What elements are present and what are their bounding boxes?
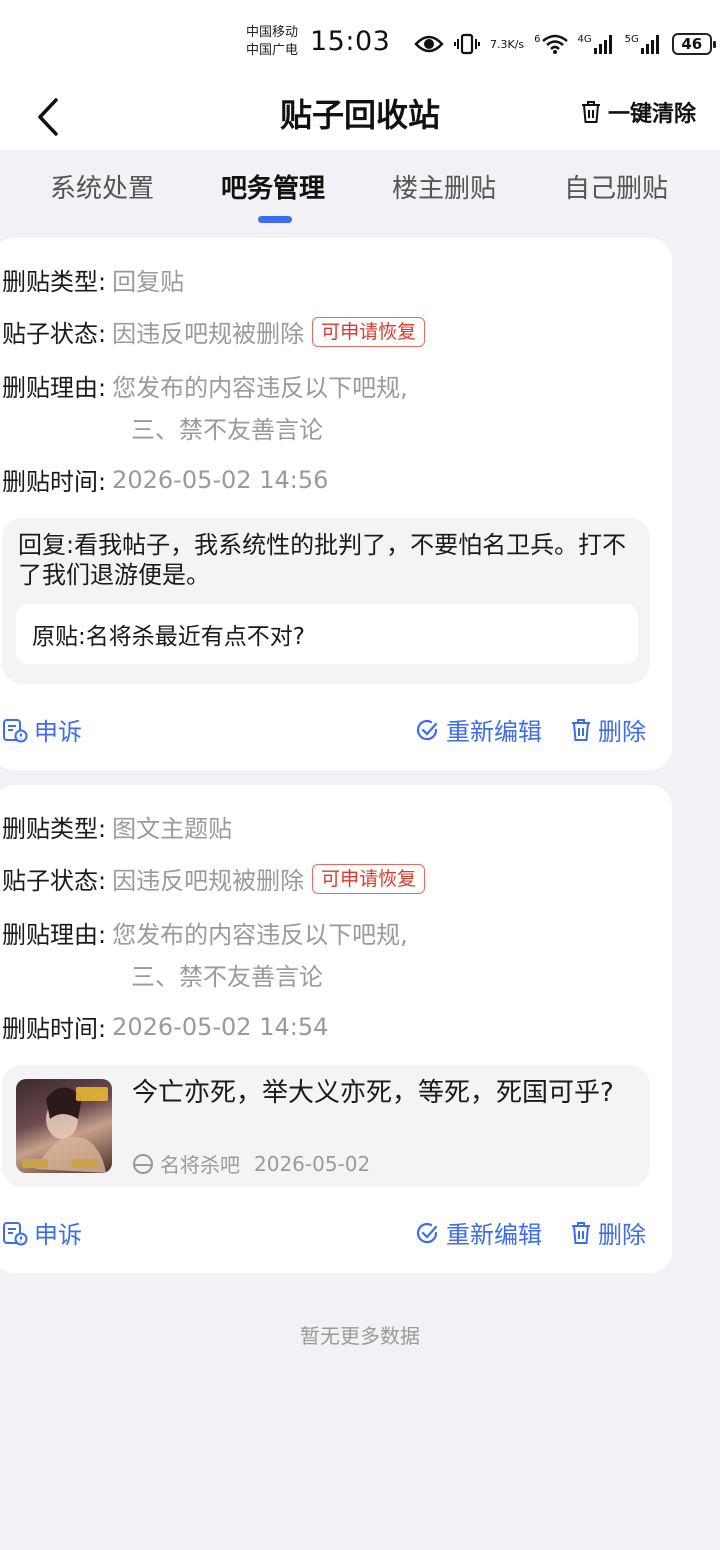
carrier-info: 中国移动 中国广电 [246, 25, 299, 58]
reedit-button[interactable]: 重新编辑 [414, 712, 542, 747]
appeal-button[interactable]: 申诉 [2, 712, 82, 747]
eye-icon [414, 34, 444, 54]
delete-type-value: 回复贴 [112, 268, 185, 296]
clear-all-button[interactable]: 一键清除 [580, 96, 696, 128]
delete-time-row: 删贴时间: 2026-05-02 14:54 [2, 1012, 329, 1044]
tab-admin[interactable]: 吧务管理 [221, 168, 325, 205]
thread-meta: 名将杀吧 2026-05-02 [132, 1149, 370, 1178]
forum-name[interactable]: 名将杀吧 [160, 1149, 240, 1178]
edit-icon [416, 1222, 438, 1243]
delete-reason-rule: 三、禁不友善言论 [131, 963, 323, 991]
delete-reason-value: 您发布的内容违反以下吧规, [112, 921, 408, 949]
signal-5g-icon: 5G [625, 34, 662, 54]
thread-title: 今亡亦死，举大义亦死，等死，死国可乎? [132, 1078, 614, 1108]
tab-owner[interactable]: 楼主删贴 [392, 168, 496, 205]
post-status-value: 因违反吧规被删除 [112, 320, 305, 348]
header-bar: 贴子回收站 一键清除 [0, 86, 720, 150]
post-status-row: 贴子状态: 因违反吧规被删除 可申请恢复 [2, 314, 426, 349]
trash-icon [572, 1221, 590, 1244]
reply-text: 回复:看我帖子，我系统性的批判了，不要怕名卫兵。打不了我们退游便是。 [18, 531, 627, 589]
deleted-post-card: 删贴类型: 图文主题贴 贴子状态: 因违反吧规被删除 可申请恢复 删贴理由: 您… [0, 785, 672, 1273]
net-speed: 7.3 K/s [490, 37, 525, 51]
delete-reason-value: 您发布的内容违反以下吧规, [112, 374, 408, 402]
status-clock: 15:03 [310, 26, 391, 57]
delete-reason-row: 删贴理由: 您发布的内容违反以下吧规, [2, 915, 408, 950]
appeal-icon [3, 718, 28, 742]
delete-time-row: 删贴时间: 2026-05-02 14:56 [2, 465, 329, 497]
delete-type-row: 删贴类型: 图文主题贴 [2, 809, 232, 844]
reply-content-box[interactable]: 回复:看我帖子，我系统性的批判了，不要怕名卫兵。打不了我们退游便是。 原贴:名将… [2, 518, 650, 684]
clear-all-label: 一键清除 [607, 102, 696, 127]
delete-type-value: 图文主题贴 [112, 815, 233, 843]
restore-badge: 可申请恢复 [312, 863, 426, 894]
no-more-data-text: 暂无更多数据 [300, 1324, 420, 1348]
delete-reason-rule: 三、禁不友善言论 [131, 416, 323, 444]
trash-icon [572, 718, 590, 741]
thread-thumbnail [16, 1079, 112, 1173]
forum-icon [133, 1153, 153, 1174]
original-post-link[interactable]: 原贴:名将杀最近有点不对? [16, 604, 638, 664]
wifi-icon: 6 [534, 34, 568, 54]
thread-date: 2026-05-02 [254, 1151, 371, 1176]
signal-4g-icon: 4G [578, 34, 615, 54]
delete-button[interactable]: 删除 [570, 1215, 646, 1250]
appeal-icon [3, 1221, 28, 1245]
tab-system[interactable]: 系统处置 [50, 168, 154, 205]
delete-time-value: 2026-05-02 14:54 [112, 1012, 329, 1041]
status-icons: 7.3 K/s 6 4G 5G 46 [414, 28, 716, 60]
active-tab-indicator [258, 216, 292, 223]
vibrate-icon [454, 33, 480, 55]
deleted-post-card: 删贴类型: 回复贴 贴子状态: 因违反吧规被删除 可申请恢复 删贴理由: 您发布… [0, 238, 672, 770]
delete-button[interactable]: 删除 [570, 712, 646, 747]
restore-badge: 可申请恢复 [312, 316, 426, 347]
post-status-value: 因违反吧规被删除 [112, 867, 305, 895]
appeal-button[interactable]: 申诉 [2, 1215, 82, 1250]
reedit-button[interactable]: 重新编辑 [414, 1215, 542, 1250]
trash-icon [581, 101, 600, 123]
edit-icon [416, 719, 438, 740]
battery-icon: 46 [671, 33, 716, 55]
tab-bar: 系统处置 吧务管理 楼主删贴 自己删贴 [0, 150, 720, 230]
thread-preview[interactable]: 今亡亦死，举大义亦死，等死，死国可乎? 名将杀吧 2026-05-02 [2, 1065, 650, 1187]
status-bar: 中国移动 中国广电 15:03 7.3 K/s 6 4G 5G 46 [0, 0, 720, 86]
delete-reason-row: 删贴理由: 您发布的内容违反以下吧规, [2, 368, 408, 403]
tab-self[interactable]: 自己删贴 [564, 168, 668, 205]
delete-time-value: 2026-05-02 14:56 [112, 465, 329, 494]
post-status-row: 贴子状态: 因违反吧规被删除 可申请恢复 [2, 861, 426, 896]
delete-type-row: 删贴类型: 回复贴 [2, 262, 184, 297]
